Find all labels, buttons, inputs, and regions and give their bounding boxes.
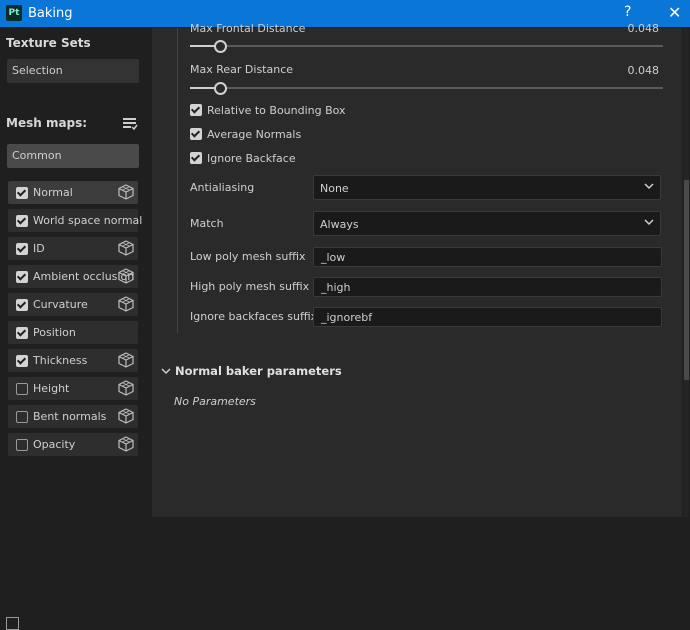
slider-handle[interactable]: [214, 82, 228, 95]
cube-icon[interactable]: [118, 240, 134, 256]
low-poly-suffix-value: _low: [321, 251, 346, 264]
list-filter-icon[interactable]: [122, 116, 138, 132]
mesh-map-checkbox[interactable]: [16, 383, 28, 395]
mesh-map-checkbox[interactable]: [16, 439, 28, 451]
mesh-map-label: Opacity: [33, 438, 76, 451]
ignore-backface-label: Ignore Backface: [207, 152, 296, 165]
mesh-map-item-normal[interactable]: Normal: [8, 181, 138, 204]
mesh-maps-heading: Mesh maps:: [6, 116, 88, 130]
match-dropdown[interactable]: Always: [313, 211, 661, 236]
checkbox-mark[interactable]: [190, 152, 202, 164]
match-label: Match: [190, 217, 224, 230]
mesh-map-label: World space normal: [33, 214, 143, 227]
max-rear-distance-label: Max Rear Distance: [190, 63, 294, 76]
mesh-map-label: Normal: [33, 186, 73, 199]
mesh-map-item-opacity[interactable]: Opacity: [8, 433, 138, 456]
chevron-down-icon: [644, 183, 654, 190]
mesh-map-checkbox[interactable]: [16, 299, 28, 311]
slider-handle[interactable]: [214, 40, 228, 53]
mesh-map-checkbox[interactable]: [16, 411, 28, 423]
help-button[interactable]: ?: [624, 4, 631, 20]
mesh-map-checkbox[interactable]: [16, 271, 28, 283]
mesh-map-item-ambient-occlusion[interactable]: Ambient occlusion: [8, 265, 138, 288]
max-frontal-distance-slider[interactable]: [190, 45, 663, 47]
antialiasing-value: None: [320, 182, 349, 195]
low-poly-suffix-label: Low poly mesh suffix: [190, 250, 306, 263]
antialiasing-label: Antialiasing: [190, 181, 255, 194]
mesh-map-label: Position: [33, 326, 76, 339]
cube-icon[interactable]: [118, 408, 134, 424]
cube-icon[interactable]: [118, 184, 134, 200]
texture-sets-heading: Texture Sets: [6, 36, 91, 50]
mesh-map-checkbox[interactable]: [16, 243, 28, 255]
texture-set-selection[interactable]: Selection: [7, 59, 139, 83]
group-indent-line: [177, 28, 178, 333]
normal-baker-heading: Normal baker parameters: [175, 364, 342, 378]
cube-icon[interactable]: [118, 436, 134, 452]
ignore-backfaces-suffix-label: Ignore backfaces suffix: [190, 310, 318, 323]
mesh-map-checkbox[interactable]: [16, 327, 28, 339]
mesh-map-item-curvature[interactable]: Curvature: [8, 293, 138, 316]
antialiasing-dropdown[interactable]: None: [313, 175, 661, 200]
mesh-map-label: Height: [33, 382, 70, 395]
high-poly-suffix-value: _high: [321, 281, 351, 294]
scrollbar-thumb[interactable]: [684, 180, 689, 380]
ignore-backfaces-suffix-input[interactable]: _ignorebf: [313, 307, 662, 327]
checkbox-mark[interactable]: [190, 128, 202, 140]
high-poly-suffix-input[interactable]: _high: [313, 277, 662, 297]
cube-icon[interactable]: [118, 380, 134, 396]
mesh-map-label: Curvature: [33, 298, 88, 311]
mesh-map-label: ID: [33, 242, 45, 255]
max-frontal-distance-value: 0.048: [627, 22, 660, 35]
cube-icon[interactable]: [118, 352, 134, 368]
app-logo-icon: Pt: [6, 5, 22, 21]
mesh-map-item-thickness[interactable]: Thickness: [8, 349, 138, 372]
title-bar: Pt Baking ? ✕: [0, 0, 690, 27]
checkbox-mark[interactable]: [190, 104, 202, 116]
mesh-map-label: Bent normals: [33, 410, 107, 423]
max-rear-distance-value: 0.048: [627, 64, 660, 77]
mesh-map-item-height[interactable]: Height: [8, 377, 138, 400]
chevron-down-icon: [644, 219, 654, 226]
average-normals-label: Average Normals: [207, 128, 302, 141]
no-parameters-text: No Parameters: [174, 395, 256, 408]
close-button[interactable]: ✕: [668, 3, 681, 22]
cube-icon[interactable]: [118, 268, 134, 284]
mesh-map-label: Thickness: [33, 354, 88, 367]
high-poly-suffix-label: High poly mesh suffix: [190, 280, 310, 293]
max-frontal-distance-label: Max Frontal Distance: [190, 22, 306, 35]
mesh-map-checkbox[interactable]: [16, 355, 28, 367]
mesh-map-item-world-space-normal[interactable]: World space normal: [8, 209, 142, 232]
low-poly-suffix-input[interactable]: _low: [313, 247, 662, 267]
mesh-maps-filter-label: Common: [12, 149, 62, 162]
chevron-down-icon: [161, 368, 171, 375]
mesh-maps-filter[interactable]: Common: [7, 144, 139, 168]
cube-icon[interactable]: [118, 296, 134, 312]
mesh-map-item-position[interactable]: Position: [8, 321, 138, 344]
mesh-map-checkbox[interactable]: [16, 215, 28, 227]
mesh-map-checkbox[interactable]: [16, 187, 28, 199]
window-title: Baking: [28, 6, 73, 21]
mesh-map-item-bent-normals[interactable]: Bent normals: [8, 405, 138, 428]
relative-bounding-box-label: Relative to Bounding Box: [207, 104, 346, 117]
parameters-panel: Max Frontal Distance 0.048 Max Rear Dist…: [152, 22, 682, 517]
footer-checkbox[interactable]: [6, 617, 19, 630]
max-rear-distance-slider[interactable]: [190, 87, 663, 89]
mesh-map-item-id[interactable]: ID: [8, 237, 138, 260]
match-value: Always: [320, 218, 359, 231]
texture-set-selection-label: Selection: [12, 64, 63, 77]
ignore-backfaces-suffix-value: _ignorebf: [321, 311, 373, 324]
